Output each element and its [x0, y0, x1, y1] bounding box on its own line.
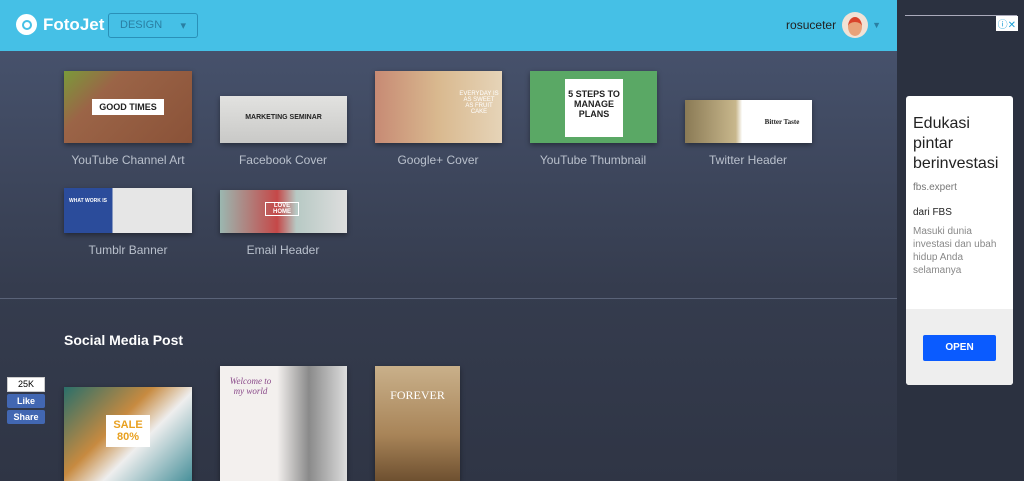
post-sale[interactable]: SALE 80%	[64, 387, 192, 481]
ad-open-button[interactable]: OPEN	[923, 335, 996, 361]
thumb-text: LOVE HOME	[265, 202, 299, 216]
fotojet-logo[interactable]: FotoJet	[16, 14, 104, 35]
template-label[interactable]: Tumblr Banner	[48, 243, 208, 257]
section-title: Social Media Post	[64, 332, 184, 348]
avatar	[842, 12, 869, 38]
thumb-text: GOOD TIMES	[92, 99, 164, 115]
template-email-header[interactable]: LOVE HOME	[220, 190, 347, 233]
post-forever[interactable]: FOREVER	[375, 366, 460, 481]
ad-card[interactable]: Edukasi pintar berinvestasi fbs.expert d…	[906, 96, 1013, 385]
thumb-text: 5 STEPS TO MANAGE PLANS	[565, 79, 623, 137]
logo-text: FotoJet	[43, 14, 105, 34]
template-label[interactable]: Twitter Header	[668, 153, 828, 167]
thumb-text: Bitter Taste	[764, 118, 800, 126]
ad-close-icon[interactable]: ⓘ✕	[995, 16, 1018, 31]
thumb-text: WHAT WORK IS	[69, 198, 107, 204]
ad-source: fbs.expert	[913, 182, 957, 193]
main-area: FotoJet DESIGN ▾ rosuceter ▼ GOOD TIMES Yo…	[0, 0, 897, 481]
username: rosuceter	[786, 18, 837, 32]
template-label[interactable]: YouTube Thumbnail	[513, 153, 673, 167]
thumb-text: MARKETING SEMINAR	[245, 114, 322, 121]
user-menu[interactable]: rosuceter ▼	[786, 12, 881, 38]
template-tumblr-banner[interactable]: WHAT WORK IS	[64, 188, 192, 233]
ad-sidebar: ⓘ✕ Edukasi pintar berinvestasi fbs.exper…	[897, 0, 1024, 481]
like-count: 25K	[7, 377, 45, 392]
thumb-text: EVERYDAY IS AS SWEET AS FRUIT CAKE	[459, 91, 499, 115]
template-label[interactable]: Facebook Cover	[203, 153, 363, 167]
logo-icon	[16, 14, 37, 35]
template-label[interactable]: YouTube Channel Art	[48, 153, 208, 167]
ad-description: Masuki dunia investasi dan ubah hidup An…	[913, 226, 997, 276]
ad-title: Edukasi pintar berinvestasi	[913, 115, 999, 172]
thumb-text: Welcome to my world	[229, 376, 272, 396]
post-welcome[interactable]: Welcome to my world	[220, 366, 347, 481]
caret-down-icon: ▼	[872, 20, 881, 30]
template-google-plus-cover[interactable]: EVERYDAY IS AS SWEET AS FRUIT CAKE	[375, 71, 502, 143]
thumb-text: FOREVER	[390, 388, 445, 402]
template-youtube-channel-art[interactable]: GOOD TIMES	[64, 71, 192, 143]
template-youtube-thumbnail[interactable]: 5 STEPS TO MANAGE PLANS	[530, 71, 657, 143]
template-label[interactable]: Google+ Cover	[358, 153, 518, 167]
mode-dropdown[interactable]: DESIGN ▾	[108, 13, 198, 38]
section-divider	[0, 298, 897, 299]
mode-label: DESIGN	[120, 19, 163, 31]
template-twitter-header[interactable]: Bitter Taste	[685, 100, 812, 143]
dropdown-arrow-icon: ▾	[180, 20, 186, 32]
facebook-like-button[interactable]: Like	[7, 394, 45, 408]
facebook-widget: 25K Like Share	[7, 377, 45, 424]
ad-advertiser: dari FBS	[913, 207, 952, 218]
header: FotoJet DESIGN ▾ rosuceter ▼	[0, 0, 897, 51]
thumb-text: SALE 80%	[106, 415, 150, 447]
facebook-share-button[interactable]: Share	[7, 410, 45, 424]
template-label[interactable]: Email Header	[203, 243, 363, 257]
template-facebook-cover[interactable]: MARKETING SEMINAR	[220, 96, 347, 143]
